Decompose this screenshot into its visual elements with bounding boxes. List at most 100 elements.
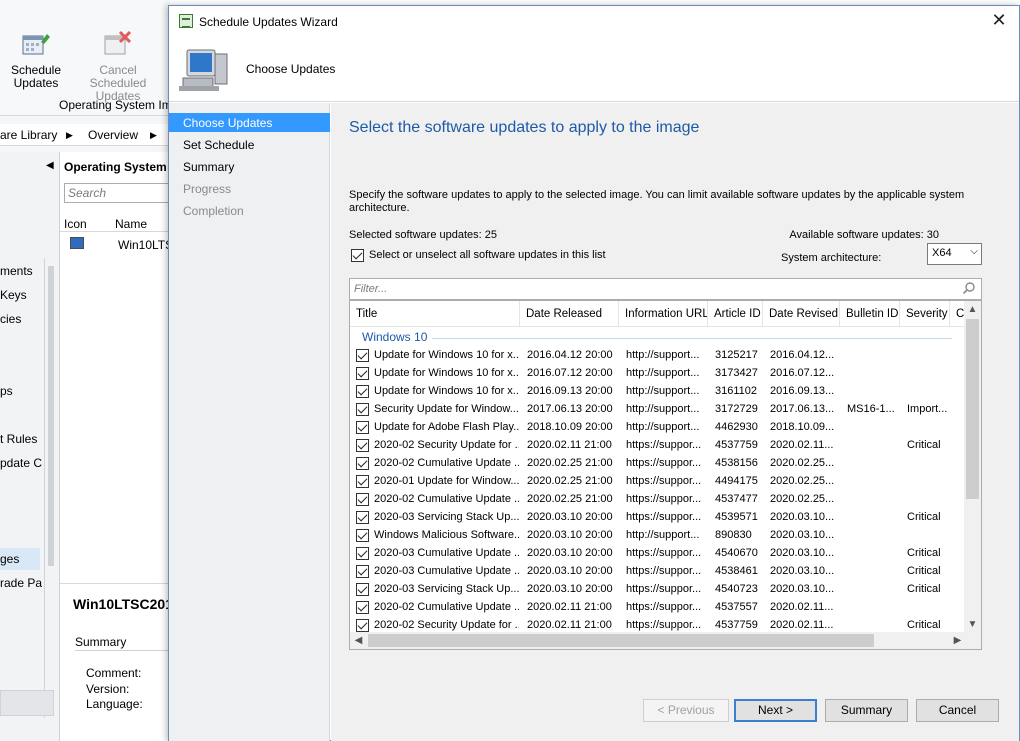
cell-title: 2020-02 Cumulative Update ...	[374, 493, 519, 505]
table-row[interactable]: 2020-02 Cumulative Update ... 2020.02.25 …	[350, 491, 965, 509]
row-checkbox[interactable]	[356, 583, 369, 596]
schedule-updates-button[interactable]: Schedule Updates	[8, 30, 64, 90]
breadcrumb-item[interactable]: are Library	[0, 128, 57, 142]
scroll-thumb[interactable]	[48, 266, 54, 566]
cell-severity: Critical	[907, 565, 941, 577]
wizard-step[interactable]: Choose Updates	[169, 113, 330, 132]
checkbox-icon[interactable]	[351, 249, 364, 262]
row-checkbox[interactable]	[356, 601, 369, 614]
row-checkbox[interactable]	[356, 439, 369, 452]
nav-scrollbar[interactable]	[44, 258, 58, 718]
breadcrumb-separator-icon: ▶	[66, 130, 73, 140]
nav-item-selected[interactable]: ges	[0, 548, 40, 570]
cell-title: 2020-03 Servicing Stack Up...	[374, 583, 519, 595]
column-header[interactable]: Article ID	[708, 301, 763, 327]
summary-button[interactable]: Summary	[825, 699, 908, 722]
row-checkbox[interactable]	[356, 547, 369, 560]
group-header[interactable]: Windows 10	[362, 330, 427, 344]
table-row[interactable]: 2020-02 Cumulative Update ... 2020.02.11 …	[350, 599, 965, 617]
row-checkbox[interactable]	[356, 565, 369, 578]
nav-item[interactable]: Keys	[0, 288, 27, 302]
system-architecture-select[interactable]: X64 ⌵	[927, 243, 982, 265]
filter-input[interactable]: Filter...	[349, 278, 982, 300]
row-checkbox[interactable]	[356, 421, 369, 434]
cell-released: 2020.02.11 21:00	[527, 601, 612, 613]
cell-revised: 2020.03.10...	[770, 511, 835, 523]
cell-title: Update for Windows 10 for x...	[374, 367, 519, 379]
vertical-scrollbar[interactable]: ▲ ▼	[964, 301, 981, 633]
breadcrumb-item[interactable]: Overview	[88, 128, 138, 142]
scroll-down-icon[interactable]: ▼	[964, 616, 981, 633]
updates-label: Updates	[13, 76, 59, 90]
table-row[interactable]: 2020-03 Servicing Stack Up... 2020.03.10 …	[350, 581, 965, 599]
workspace-bar[interactable]	[0, 690, 54, 716]
column-header[interactable]: Bulletin ID	[840, 301, 900, 327]
row-checkbox[interactable]	[356, 529, 369, 542]
close-icon[interactable]: ✕	[989, 10, 1009, 30]
column-header[interactable]: Title	[350, 301, 520, 327]
cell-revised: 2020.03.10...	[770, 583, 835, 595]
table-row[interactable]: Security Update for Window... 2017.06.13 …	[350, 401, 965, 419]
cell-severity: Import...	[907, 403, 948, 415]
cell-url: https://suppor...	[626, 601, 702, 613]
scroll-thumb[interactable]	[368, 634, 874, 647]
nav-item[interactable]: t Rules	[0, 432, 37, 446]
table-row[interactable]: 2020-03 Cumulative Update ... 2020.03.10 …	[350, 545, 965, 563]
table-row[interactable]: Update for Windows 10 for x... 2016.04.12…	[350, 347, 965, 365]
table-row[interactable]: 2020-02 Cumulative Update ... 2020.02.25 …	[350, 455, 965, 473]
wizard-step[interactable]: Set Schedule	[169, 135, 330, 154]
nav-item[interactable]: rade Pa	[0, 576, 42, 590]
column-header[interactable]: Information URL	[619, 301, 708, 327]
row-checkbox[interactable]	[356, 385, 369, 398]
row-checkbox[interactable]	[356, 457, 369, 470]
available-updates-count: Available software updates: 30	[789, 229, 939, 241]
column-header[interactable]: Date Revised	[763, 301, 840, 327]
row-checkbox[interactable]	[356, 511, 369, 524]
table-row[interactable]: Update for Windows 10 for x... 2016.09.13…	[350, 383, 965, 401]
table-row[interactable]: 2020-03 Cumulative Update ... 2020.03.10 …	[350, 563, 965, 581]
column-header-name[interactable]: Name	[115, 217, 147, 231]
cell-revised: 2017.06.13...	[770, 403, 835, 415]
detail-pane: Win10LTSC2019 Summary Comment: Version: …	[60, 583, 170, 741]
row-checkbox[interactable]	[356, 367, 369, 380]
row-checkbox[interactable]	[356, 403, 369, 416]
cell-url: https://suppor...	[626, 583, 702, 595]
cancel-scheduled-updates-button[interactable]: Cancel Scheduled Updates	[66, 30, 170, 103]
row-checkbox[interactable]	[356, 475, 369, 488]
column-header[interactable]: Date Released	[520, 301, 619, 327]
table-row[interactable]: Update for Windows 10 for x... 2016.07.12…	[350, 365, 965, 383]
wizard-step[interactable]: Summary	[169, 157, 330, 176]
previous-button[interactable]: < Previous	[643, 699, 729, 722]
table-row[interactable]: 2020-01 Update for Window... 2020.02.25 2…	[350, 473, 965, 491]
nav-item[interactable]: pdate C	[0, 456, 42, 470]
next-button[interactable]: Next >	[734, 699, 817, 722]
collapse-icon[interactable]: ◀	[46, 160, 54, 171]
table-row[interactable]: 2020-03 Servicing Stack Up... 2020.03.10 …	[350, 509, 965, 527]
nav-item[interactable]: cies	[0, 312, 21, 326]
list-item[interactable]: Win10LTSC	[60, 234, 170, 256]
row-checkbox[interactable]	[356, 493, 369, 506]
cell-article: 4537477	[715, 493, 758, 505]
column-header[interactable]: Severity	[900, 301, 950, 327]
horizontal-scrollbar[interactable]: ◀ ▶	[350, 632, 966, 649]
cell-article: 4537557	[715, 601, 758, 613]
nav-item[interactable]: ments	[0, 264, 33, 278]
cell-released: 2020.02.25 21:00	[527, 493, 613, 505]
table-row[interactable]: 2020-02 Security Update for ... 2020.02.1…	[350, 437, 965, 455]
scroll-up-icon[interactable]: ▲	[964, 301, 981, 318]
table-row[interactable]: Update for Adobe Flash Play... 2018.10.09…	[350, 419, 965, 437]
cell-url: https://suppor...	[626, 439, 702, 451]
search-input[interactable]: Search	[64, 183, 170, 203]
table-row[interactable]: Windows Malicious Software... 2020.03.10 …	[350, 527, 965, 545]
cell-article: 4494175	[715, 475, 758, 487]
scroll-thumb[interactable]	[966, 319, 979, 499]
row-checkbox[interactable]	[356, 619, 369, 632]
cell-article: 4540723	[715, 583, 758, 595]
cell-url: http://support...	[626, 349, 700, 361]
cancel-button[interactable]: Cancel	[916, 699, 999, 722]
wizard-title-bar: Schedule Updates Wizard ✕	[169, 6, 1019, 36]
nav-item[interactable]: ps	[0, 384, 13, 398]
column-header-icon[interactable]: Icon	[64, 217, 87, 231]
scroll-left-icon[interactable]: ◀	[350, 632, 367, 649]
row-checkbox[interactable]	[356, 349, 369, 362]
